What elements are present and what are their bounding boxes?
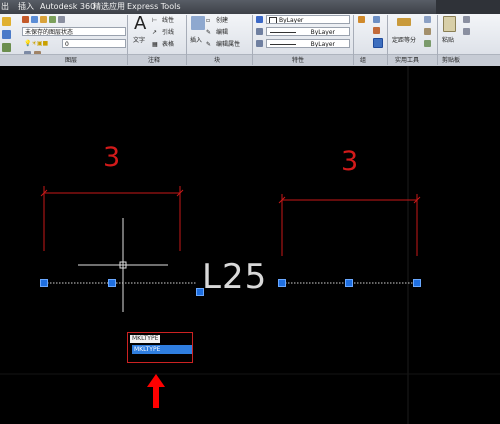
paste-icon[interactable] xyxy=(443,16,456,32)
linetype-label-text[interactable]: L25 xyxy=(202,260,267,294)
properties-panel-title[interactable]: 特性 xyxy=(292,56,304,66)
layer-off-icon[interactable] xyxy=(22,16,29,23)
layer-walk-icon[interactable] xyxy=(58,16,65,23)
clipboard-panel-title[interactable]: 剪贴板 xyxy=(442,56,460,66)
linetype-icon[interactable] xyxy=(256,40,263,47)
panel-separator xyxy=(186,15,187,65)
layer-isolate-icon[interactable] xyxy=(31,16,38,23)
text-button-label[interactable]: 文字 xyxy=(133,36,145,45)
table-icon[interactable]: ▦ xyxy=(152,40,158,49)
panel-separator xyxy=(437,15,438,65)
ungroup-icon[interactable] xyxy=(373,16,380,23)
layer-tools-icon[interactable] xyxy=(2,30,11,39)
drawing-canvas[interactable]: 3 3 L25 MKLTYPE MKLTYPE xyxy=(0,66,500,424)
create-block-icon[interactable]: ▫ xyxy=(206,16,210,25)
text-icon[interactable]: A xyxy=(134,15,146,33)
group-icon[interactable] xyxy=(358,16,365,23)
group-edit-icon[interactable] xyxy=(373,27,380,34)
drawing-geometry xyxy=(0,66,500,424)
table-button[interactable]: 表格 xyxy=(162,40,174,49)
up-arrow-icon xyxy=(147,374,165,408)
panel-separator xyxy=(387,15,388,65)
match-properties-icon[interactable] xyxy=(256,16,263,23)
grip-right-start[interactable] xyxy=(278,279,286,287)
insert-block-label[interactable]: 插入 xyxy=(190,36,202,45)
lightbulb-icon[interactable]: 💡☀▣■ xyxy=(24,39,48,48)
color-value: ByLayer xyxy=(279,17,304,24)
panel-title-row: 图层 注释 块 特性 组 实用工具 剪贴板 xyxy=(0,54,500,66)
color-dropdown[interactable]: ByLayer xyxy=(266,15,350,24)
edit-attributes-button[interactable]: 编辑属性 xyxy=(216,40,240,49)
utilities-panel-title[interactable]: 实用工具 xyxy=(395,56,419,66)
right-dimension-text[interactable]: 3 xyxy=(341,146,358,177)
lineweight-swatch xyxy=(270,44,296,45)
tab-plugins[interactable]: 插入 xyxy=(18,1,34,13)
linear-dimension-button[interactable]: 线性 xyxy=(162,16,174,25)
block-panel-title[interactable]: 块 xyxy=(214,56,220,66)
edit-attributes-icon[interactable]: ✎ xyxy=(206,40,211,49)
ribbon-tab-bar: 出 插入 Autodesk 360 精选应用 Express Tools xyxy=(0,0,500,14)
create-block-button[interactable]: 创建 xyxy=(216,16,228,25)
tab-autodesk-360[interactable]: Autodesk 360 xyxy=(40,1,95,13)
lineweight-icon[interactable] xyxy=(256,28,263,35)
autocomplete-input[interactable]: MKLTYPE xyxy=(130,335,161,343)
panel-separator xyxy=(353,15,354,65)
current-layer-dropdown[interactable]: 0 xyxy=(62,39,126,48)
ribbon-panels: 未保存的图层状态 💡☀▣■ 0 A 文字 ⊢ 线性 ↗ 引线 ▦ 表格 插入 ▫… xyxy=(0,14,500,58)
ribbon: 出 插入 Autodesk 360 精选应用 Express Tools 未保存… xyxy=(0,0,500,66)
tab-featured-apps[interactable]: 精选应用 xyxy=(93,1,125,13)
layer-lock-icon[interactable] xyxy=(49,16,56,23)
linear-dimension-icon[interactable]: ⊢ xyxy=(152,16,157,25)
quick-select-icon[interactable] xyxy=(424,16,431,23)
edit-block-icon[interactable]: ✎ xyxy=(206,28,211,37)
grip-left-mid[interactable] xyxy=(108,279,116,287)
copy-icon[interactable] xyxy=(463,28,470,35)
layer-properties-icon[interactable] xyxy=(2,17,11,26)
layer-match-icon[interactable] xyxy=(2,43,11,52)
edit-block-button[interactable]: 编辑 xyxy=(216,28,228,37)
grip-left-start[interactable] xyxy=(40,279,48,287)
id-point-icon[interactable] xyxy=(424,40,431,47)
group-select-icon[interactable] xyxy=(373,38,383,48)
paste-button[interactable]: 粘贴 xyxy=(442,36,454,45)
tab-output[interactable]: 出 xyxy=(1,1,9,13)
layer-freeze-icon[interactable] xyxy=(40,16,47,23)
autocomplete-popup: MKLTYPE MKLTYPE xyxy=(127,332,193,363)
left-dimension-text[interactable]: 3 xyxy=(103,142,120,173)
leader-button[interactable]: 引线 xyxy=(162,28,174,37)
autocomplete-suggestion[interactable]: MKLTYPE xyxy=(132,346,163,354)
tab-express-tools[interactable]: Express Tools xyxy=(127,1,181,13)
measure-button[interactable]: 定距等分 xyxy=(392,36,416,45)
ribbon-corner xyxy=(436,0,500,14)
panel-separator xyxy=(252,15,253,65)
grip-right-end[interactable] xyxy=(413,279,421,287)
layer-panel-title[interactable]: 图层 xyxy=(65,56,77,66)
group-panel-title[interactable]: 组 xyxy=(360,56,366,66)
panel-separator xyxy=(127,15,128,65)
measure-icon[interactable] xyxy=(397,18,411,26)
calculator-icon[interactable] xyxy=(424,28,431,35)
cut-icon[interactable] xyxy=(463,16,470,23)
insert-block-icon[interactable] xyxy=(191,16,205,30)
linetype-swatch xyxy=(270,32,296,33)
layer-state-dropdown[interactable]: 未保存的图层状态 xyxy=(22,27,126,36)
annotation-panel-title[interactable]: 注释 xyxy=(148,56,160,66)
leader-icon[interactable]: ↗ xyxy=(152,28,157,37)
grip-right-mid[interactable] xyxy=(345,279,353,287)
